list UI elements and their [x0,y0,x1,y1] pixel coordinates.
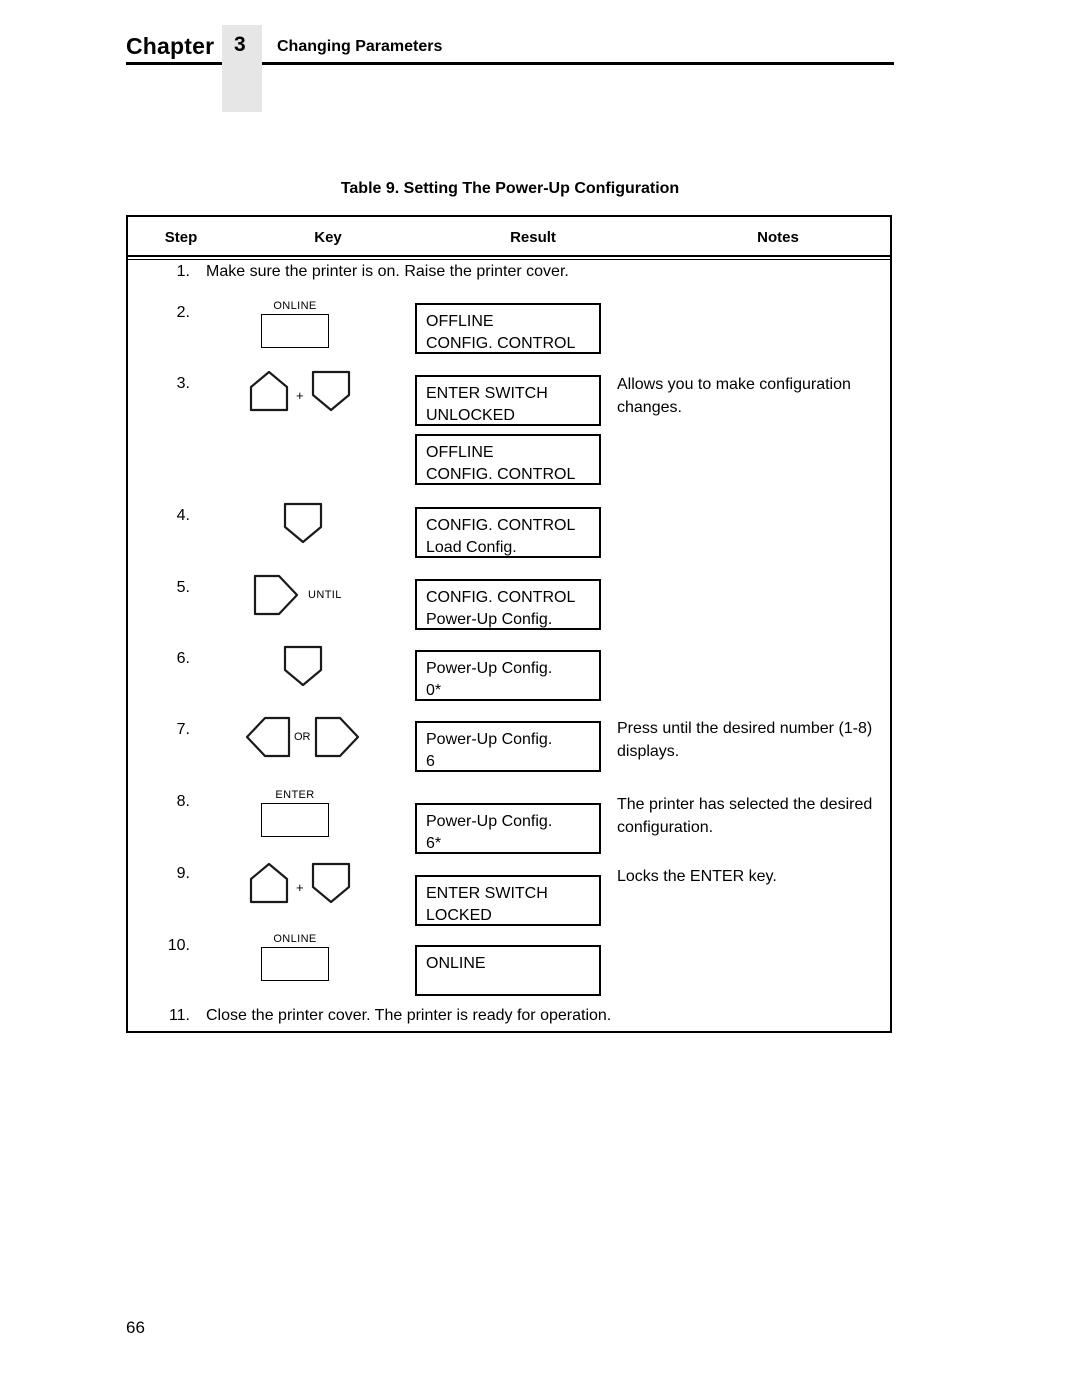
column-header-step: Step [164,229,198,246]
table-header-row: Step Key Result Notes [128,217,890,257]
key-cell: UNTIL [228,574,413,639]
lcd-line-2: 6* [426,835,442,852]
lcd-line-1: Power-Up Config. [426,660,553,677]
row-notes: Locks the ENTER key. [617,868,777,885]
enter-key-box [261,803,329,837]
step-number: 10. [167,937,190,954]
step-number: 2. [176,304,190,321]
lcd-line-2: 6 [426,753,435,770]
online-key-label: ONLINE [273,300,317,312]
lcd-result-display: OFFLINE CONFIG. CONTROL [415,303,601,354]
lcd-result-display: ENTER SWITCH UNLOCKED [415,375,601,426]
down-arrow-key[interactable] [310,861,352,905]
lcd-line-1: ENTER SWITCH [426,385,548,402]
lcd-line-2: Power-Up Config. [426,611,553,628]
key-joiner-label: + [296,879,304,895]
key-combination: UNTIL [252,573,342,617]
lcd-line-2: UNLOCKED [426,407,515,424]
right-arrow-key[interactable] [252,573,300,617]
row-notes: Press until the desired number (1-8) dis… [617,720,873,760]
step-number: 1. [176,263,190,280]
lcd-line-1: CONFIG. CONTROL [426,517,576,534]
lcd-result-display: CONFIG. CONTROL Power-Up Config. [415,579,601,630]
online-key-label: ONLINE [273,933,317,945]
lcd-line-2: CONFIG. CONTROL [426,335,576,352]
lcd-result-display: CONFIG. CONTROL Load Config. [415,507,601,558]
lcd-line-2: Load Config. [426,539,517,556]
header-rule-right [262,62,894,65]
key-joiner-label: OR [294,731,311,743]
chapter-title: Changing Parameters [277,38,443,55]
lcd-line-1: Power-Up Config. [426,813,553,830]
lcd-line-1: CONFIG. CONTROL [426,589,576,606]
lcd-result-display: Power-Up Config. 6* [415,803,601,854]
lcd-result-display: Power-Up Config. 0* [415,650,601,701]
key-combination: + [248,861,352,905]
lcd-line-1: ENTER SWITCH [426,885,548,902]
key-cell [228,645,413,710]
lcd-result-display: ENTER SWITCH LOCKED [415,875,601,926]
right-arrow-key[interactable] [313,715,361,759]
row-notes: Allows you to make configuration changes… [617,376,851,416]
lcd-line-1: OFFLINE [426,444,494,461]
online-key-box [261,947,329,981]
table-caption: Table 9. Setting The Power-Up Configurat… [340,180,680,197]
enter-key-label: ENTER [275,789,315,801]
lcd-line-1: Power-Up Config. [426,731,553,748]
header-rule-left [126,62,222,65]
chapter-word: Chapter [126,33,215,59]
lcd-line-1: ONLINE [426,955,486,972]
key-combination: + [248,369,352,413]
step-number: 6. [176,650,190,667]
online-key[interactable]: ONLINE [260,300,330,348]
key-combination [282,644,324,688]
until-label: UNTIL [308,589,342,601]
down-arrow-key[interactable] [310,369,352,413]
key-cell: OR [228,716,413,781]
column-header-key: Key [314,229,342,246]
step-number: 8. [176,793,190,810]
lcd-result-display: ONLINE [415,945,601,996]
step-instruction-text: Make sure the printer is on. Raise the p… [206,263,569,280]
column-header-notes: Notes [757,229,799,246]
online-key[interactable]: ONLINE [260,933,330,981]
lcd-line-2: LOCKED [426,907,492,924]
row-notes: The printer has selected the desired con… [617,796,873,836]
key-joiner-label: + [296,387,304,403]
key-cell: + [228,862,413,925]
key-cell: ONLINE [228,933,413,997]
column-header-result: Result [510,229,556,246]
table-header-double-rule [128,259,890,260]
key-combination: OR [244,715,361,759]
chapter-number: 3 [234,33,246,56]
online-key-box [261,314,329,348]
left-arrow-key[interactable] [244,715,292,759]
key-combination [282,501,324,545]
step-number: 5. [176,579,190,596]
up-arrow-key[interactable] [248,861,290,905]
lcd-line-2: 0* [426,682,442,699]
step-number: 7. [176,721,190,738]
key-cell: ONLINE [228,300,413,364]
down-arrow-key[interactable] [282,501,324,545]
power-up-configuration-table: Step Key Result Notes 1. Make sure the p… [126,215,892,1033]
down-arrow-key[interactable] [282,644,324,688]
page-number: 66 [126,1318,145,1337]
key-cell: ENTER [228,789,413,853]
step-number: 3. [176,375,190,392]
enter-key[interactable]: ENTER [260,789,330,837]
lcd-line-2: CONFIG. CONTROL [426,466,576,483]
step-number: 11. [168,1007,190,1024]
lcd-line-1: OFFLINE [426,313,494,330]
up-arrow-key[interactable] [248,369,290,413]
step-number: 4. [176,507,190,524]
key-cell [228,502,413,567]
key-cell: + [228,370,413,435]
step-instruction-text: Close the printer cover. The printer is … [206,1007,612,1024]
page-header: Chapter 3 Changing Parameters [0,0,1080,130]
lcd-result-display-secondary: OFFLINE CONFIG. CONTROL [415,434,601,485]
step-number: 9. [176,865,190,882]
lcd-result-display: Power-Up Config. 6 [415,721,601,772]
